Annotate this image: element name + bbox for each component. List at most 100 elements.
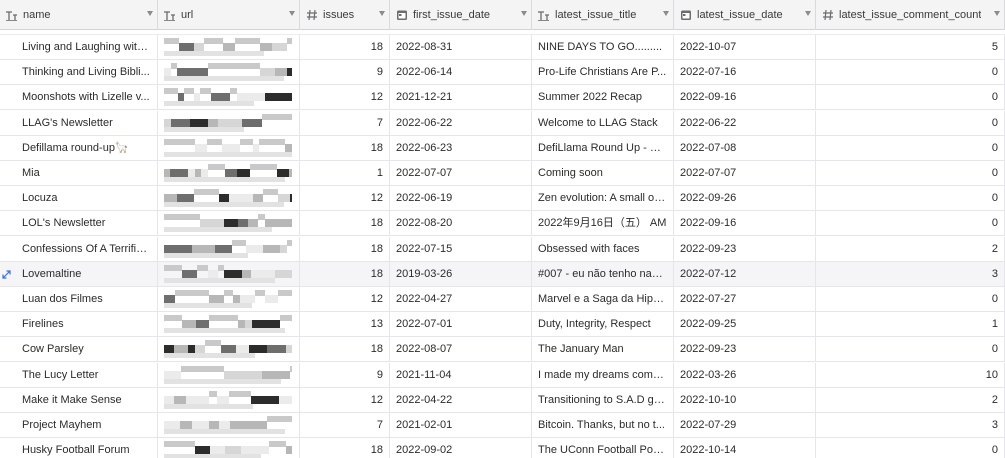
cell-first-issue-date[interactable]: 2022-04-27 [390,287,532,311]
cell-latest-issue-title[interactable]: Zen evolution: A small ov... [532,186,674,211]
cell-latest-issue-date[interactable]: 2022-07-27 [674,287,816,311]
cell-latest-issue-title[interactable]: Marvel e a Saga da Hipér... [532,287,674,311]
cell-latest-issue-comment-count[interactable]: 1 [816,312,1005,337]
cell-latest-issue-date[interactable]: 2022-07-07 [674,161,816,185]
cell-latest-issue-title[interactable]: I made my dreams come ... [532,362,674,387]
url-cell-redacted[interactable] [158,261,300,286]
chevron-down-icon[interactable] [805,11,811,16]
cell-latest-issue-title[interactable]: Summer 2022 Recap [532,85,674,110]
url-cell-redacted[interactable] [158,312,300,337]
cell-issues[interactable]: 7 [300,110,390,135]
cell-latest-issue-title[interactable]: Duty, Integrity, Respect [532,312,674,337]
cell-name[interactable]: Mia [0,161,158,185]
cell-issues[interactable]: 18 [300,337,390,362]
url-cell-redacted[interactable] [158,236,300,261]
cell-latest-issue-date[interactable]: 2022-10-14 [674,438,816,458]
cell-issues[interactable]: 18 [300,35,390,59]
cell-latest-issue-comment-count[interactable]: 0 [816,287,1005,311]
cell-issues[interactable]: 18 [300,261,390,286]
cell-latest-issue-comment-count[interactable]: 0 [816,211,1005,236]
url-cell-redacted[interactable] [158,287,300,311]
cell-name[interactable]: Thinking and Living Bibli... [0,60,158,85]
table-row[interactable]: Thinking and Living Bibli... 9 2022-06-14 P… [0,60,1005,86]
cell-issues[interactable]: 18 [300,236,390,261]
cell-first-issue-date[interactable]: 2022-09-02 [390,438,532,458]
cell-latest-issue-date[interactable]: 2022-09-25 [674,312,816,337]
cell-latest-issue-title[interactable]: Transitioning to S.A.D gir... [532,387,674,412]
url-cell-redacted[interactable] [158,337,300,362]
column-header-latest-issue-comment-count[interactable]: latest_issue_comment_count [816,0,1005,30]
cell-name[interactable]: Cow Parsley [0,337,158,362]
cell-issues[interactable]: 12 [300,387,390,412]
table-row[interactable]: Mia 1 2022-07-07 Coming soon 2022-07-07 0 [0,161,1005,186]
cell-issues[interactable]: 9 [300,60,390,85]
cell-first-issue-date[interactable]: 2022-04-22 [390,387,532,412]
table-row[interactable]: Luan dos Filmes 12 2022-04-27 Marvel e a Sa… [0,287,1005,312]
column-header-url[interactable]: url [158,0,300,30]
cell-latest-issue-date[interactable]: 2022-09-16 [674,211,816,236]
cell-first-issue-date[interactable]: 2021-02-01 [390,413,532,437]
cell-name[interactable]: Project Mayhem [0,413,158,437]
cell-issues[interactable]: 12 [300,85,390,110]
expand-row-icon[interactable] [2,270,11,279]
table-row[interactable]: Lovemaltine 18 2019-03-26 #007 - eu não ten… [0,261,1005,287]
column-header-latest-issue-title[interactable]: latest_issue_title [532,0,674,30]
cell-first-issue-date[interactable]: 2022-07-01 [390,312,532,337]
table-row[interactable]: LLAG's Newsletter 7 2022-06-22 Welcome to L… [0,110,1005,136]
url-cell-redacted[interactable] [158,161,300,185]
cell-latest-issue-date[interactable]: 2022-07-16 [674,60,816,85]
column-header-first-issue-date[interactable]: first_issue_date [390,0,532,30]
cell-latest-issue-comment-count[interactable]: 10 [816,362,1005,387]
cell-latest-issue-title[interactable]: Bitcoin. Thanks, but no t... [532,413,674,437]
cell-first-issue-date[interactable]: 2022-08-20 [390,211,532,236]
table-row[interactable]: LOL's Newsletter 18 2022-08-20 2022年9月16日（五… [0,211,1005,237]
table-row[interactable]: Husky Football Forum 18 2022-09-02 The UCon… [0,438,1005,458]
cell-issues[interactable]: 12 [300,287,390,311]
url-cell-redacted[interactable] [158,387,300,412]
cell-latest-issue-comment-count[interactable]: 3 [816,261,1005,286]
table-row[interactable]: Moonshots with Lizelle v... 12 2021-12-21 S… [0,85,1005,111]
cell-latest-issue-comment-count[interactable]: 0 [816,186,1005,211]
cell-name[interactable]: Locuza [0,186,158,211]
cell-name[interactable]: LLAG's Newsletter [0,110,158,135]
cell-first-issue-date[interactable]: 2022-06-22 [390,110,532,135]
cell-latest-issue-comment-count[interactable]: 5 [816,35,1005,59]
chevron-down-icon[interactable] [289,11,295,16]
cell-issues[interactable]: 13 [300,312,390,337]
cell-name[interactable]: Defillama round-up🦙 [0,135,158,160]
cell-name[interactable]: Moonshots with Lizelle v... [0,85,158,110]
url-cell-redacted[interactable] [158,438,300,458]
cell-latest-issue-date[interactable]: 2022-09-16 [674,85,816,110]
table-row[interactable]: Project Mayhem 7 2021-02-01 Bitcoin. Thanks… [0,413,1005,438]
cell-latest-issue-date[interactable]: 2022-03-26 [674,362,816,387]
table-row[interactable]: Confessions Of A Terrifie... 18 2022-07-15… [0,236,1005,262]
cell-first-issue-date[interactable]: 2019-03-26 [390,261,532,286]
cell-issues[interactable]: 18 [300,211,390,236]
cell-first-issue-date[interactable]: 2022-06-14 [390,60,532,85]
cell-latest-issue-comment-count[interactable]: 0 [816,337,1005,362]
chevron-down-icon[interactable] [994,11,1000,16]
cell-latest-issue-date[interactable]: 2022-09-23 [674,236,816,261]
cell-latest-issue-title[interactable]: #007 - eu não tenho nad... [532,261,674,286]
table-row[interactable]: Cow Parsley 18 2022-08-07 The January Man 20… [0,337,1005,363]
cell-latest-issue-title[interactable]: Pro-Life Christians Are P... [532,60,674,85]
cell-issues[interactable]: 18 [300,438,390,458]
cell-latest-issue-comment-count[interactable]: 0 [816,135,1005,160]
chevron-down-icon[interactable] [379,11,385,16]
cell-name[interactable]: Confessions Of A Terrifie... [0,236,158,261]
cell-latest-issue-date[interactable]: 2022-06-22 [674,110,816,135]
cell-latest-issue-date[interactable]: 2022-10-10 [674,387,816,412]
cell-latest-issue-date[interactable]: 2022-10-07 [674,35,816,59]
cell-latest-issue-date[interactable]: 2022-07-08 [674,135,816,160]
cell-issues[interactable]: 7 [300,413,390,437]
cell-first-issue-date[interactable]: 2021-11-04 [390,362,532,387]
url-cell-redacted[interactable] [158,35,300,59]
cell-latest-issue-title[interactable]: The January Man [532,337,674,362]
cell-issues[interactable]: 18 [300,135,390,160]
cell-first-issue-date[interactable]: 2022-06-19 [390,186,532,211]
cell-name[interactable]: Living and Laughing with... [0,35,158,59]
url-cell-redacted[interactable] [158,362,300,387]
cell-name[interactable]: Luan dos Filmes [0,287,158,311]
cell-latest-issue-comment-count[interactable]: 2 [816,236,1005,261]
column-header-issues[interactable]: issues [300,0,390,30]
